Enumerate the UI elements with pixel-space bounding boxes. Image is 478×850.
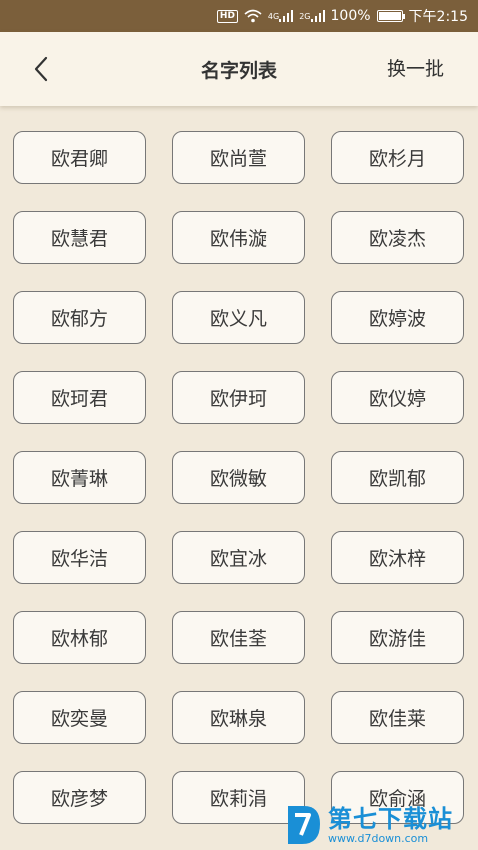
d7-logo-icon [288, 806, 320, 844]
name-button[interactable]: 欧慧君 [13, 211, 146, 264]
name-button[interactable]: 欧沐梓 [331, 531, 464, 584]
signal-icon-2: 2G [299, 10, 325, 22]
wifi-icon [244, 9, 262, 23]
watermark: 第七下载站 www.d7down.com [282, 800, 478, 850]
name-button[interactable]: 欧伟漩 [172, 211, 305, 264]
refresh-batch-button[interactable]: 换一批 [387, 54, 444, 81]
battery-percent: 100% [330, 8, 371, 24]
name-button[interactable]: 欧奕曼 [13, 691, 146, 744]
back-button[interactable] [24, 52, 58, 86]
name-button[interactable]: 欧凌杰 [331, 211, 464, 264]
name-button[interactable]: 欧佳荃 [172, 611, 305, 664]
network-type-2: 2G [299, 11, 311, 21]
name-button[interactable]: 欧伊珂 [172, 371, 305, 424]
name-button[interactable]: 欧仪婷 [331, 371, 464, 424]
name-button[interactable]: 欧微敏 [172, 451, 305, 504]
clock: 下午2:15 [408, 9, 468, 25]
hd-icon: HD [216, 9, 238, 23]
watermark-title: 第七下载站 [328, 805, 453, 833]
page-title: 名字列表 [200, 59, 277, 82]
name-button[interactable]: 欧婷波 [331, 291, 464, 344]
name-button[interactable]: 欧菁琳 [13, 451, 146, 504]
name-button[interactable]: 欧宜冰 [172, 531, 305, 584]
name-button[interactable]: 欧佳莱 [331, 691, 464, 744]
name-button[interactable]: 欧郁方 [13, 291, 146, 344]
name-button[interactable]: 欧林郁 [13, 611, 146, 664]
name-button[interactable]: 欧珂君 [13, 371, 146, 424]
name-button[interactable]: 欧凯郁 [331, 451, 464, 504]
name-button[interactable]: 欧华洁 [13, 531, 146, 584]
app-header: 名字列表 换一批 [0, 32, 478, 106]
watermark-url: www.d7down.com [328, 832, 429, 845]
signal-icon-1: 4G [267, 10, 294, 22]
network-type-1: 4G [267, 11, 280, 21]
name-button[interactable]: 欧君卿 [13, 131, 146, 184]
name-button[interactable]: 欧义凡 [172, 291, 305, 344]
name-button[interactable]: 欧尚萱 [172, 131, 305, 184]
name-button[interactable]: 欧琳泉 [172, 691, 305, 744]
status-bar: HD 4G 2G 100% 下午2:15 [0, 0, 478, 32]
chevron-left-icon [34, 56, 48, 82]
name-grid: 欧君卿 欧尚萱 欧杉月 欧慧君 欧伟漩 欧凌杰 欧郁方 欧义凡 欧婷波 欧珂君 欧伊珂 欧仪婷 欧菁琳欧… [13, 131, 465, 824]
name-button[interactable]: 欧彦梦 [13, 771, 146, 824]
battery-icon [376, 10, 405, 22]
name-button[interactable]: 欧游佳 [331, 611, 464, 664]
name-button[interactable]: 欧杉月 [331, 131, 464, 184]
